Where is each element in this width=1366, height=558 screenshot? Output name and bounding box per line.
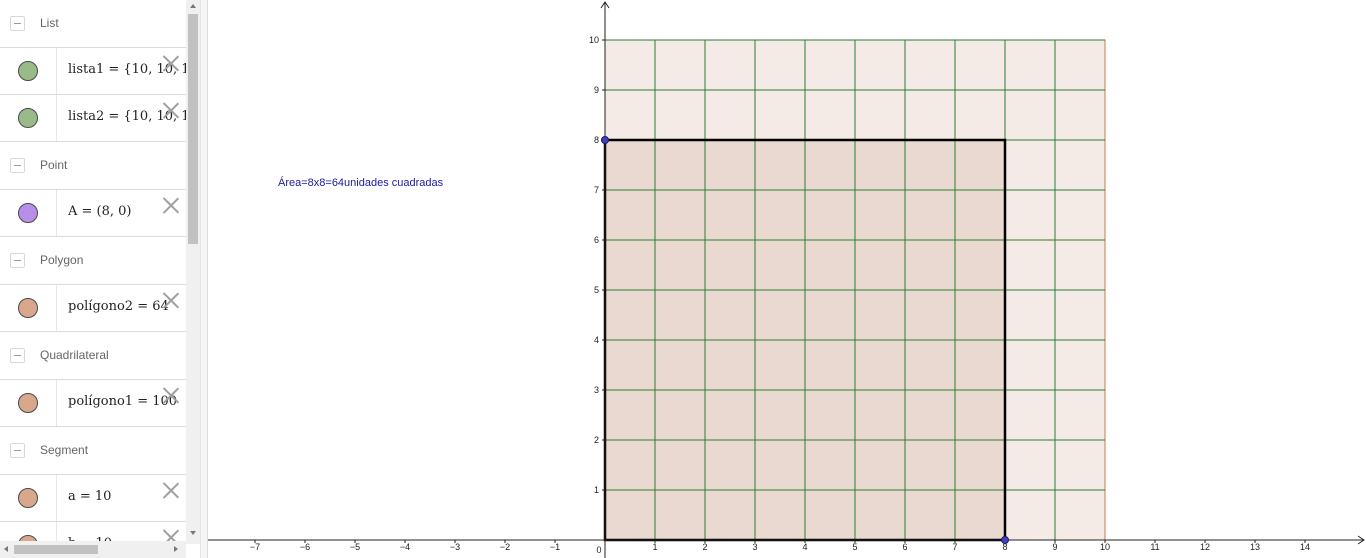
x-tick-label: −4 xyxy=(400,542,410,552)
algebra-vertical-scrollbar[interactable] xyxy=(186,0,200,544)
delete-item-icon[interactable] xyxy=(162,291,180,309)
visibility-toggle-icon[interactable] xyxy=(18,108,38,128)
x-tick-label: −6 xyxy=(300,542,310,552)
y-tick-label: 5 xyxy=(594,285,599,295)
x-tick-label: 3 xyxy=(752,542,757,552)
scroll-up-arrow-icon[interactable] xyxy=(190,4,196,8)
point-a[interactable] xyxy=(1001,536,1009,544)
y-tick-label: 4 xyxy=(594,335,599,345)
collapse-group-icon[interactable] xyxy=(10,16,25,31)
group-label: Polygon xyxy=(40,253,84,267)
algebra-horizontal-scrollbar[interactable] xyxy=(0,541,186,558)
scroll-right-arrow-icon[interactable] xyxy=(174,546,178,552)
group-header-quadrilateral: Quadrilateral xyxy=(0,332,186,380)
horizontal-scroll-thumb[interactable] xyxy=(14,545,98,554)
x-tick-label: 5 xyxy=(852,542,857,552)
delete-item-icon[interactable] xyxy=(162,196,180,214)
visibility-cell xyxy=(0,285,57,331)
x-tick-label: 14 xyxy=(1300,542,1310,552)
y-tick-label: 9 xyxy=(594,85,599,95)
algebra-item-poligono2[interactable]: polígono2 = 64 xyxy=(0,285,186,332)
x-tick-label: 11 xyxy=(1150,542,1159,552)
x-tick-label: 1 xyxy=(652,542,657,552)
group-label: Segment xyxy=(40,443,89,457)
visibility-cell xyxy=(0,475,57,521)
group-header-segment: Segment xyxy=(0,427,186,475)
x-tick-label: −3 xyxy=(450,542,460,552)
y-tick-label: 6 xyxy=(594,235,599,245)
group-header-list: List xyxy=(0,0,186,48)
delete-item-icon[interactable] xyxy=(162,54,180,72)
algebra-item-lista1[interactable]: lista1 = {10, 10, 10, xyxy=(0,48,186,95)
x-tick-label: 6 xyxy=(902,542,907,552)
visibility-toggle-icon[interactable] xyxy=(18,488,38,508)
visibility-cell xyxy=(0,190,57,236)
group-label: Point xyxy=(40,158,68,172)
y-tick-label: 7 xyxy=(594,185,599,195)
visibility-toggle-icon[interactable] xyxy=(18,393,38,413)
group-label: Quadrilateral xyxy=(40,348,109,362)
algebra-item-lista2[interactable]: lista2 = {10, 10, 10, xyxy=(0,95,186,142)
view-divider[interactable] xyxy=(200,0,208,558)
x-tick-label: 10 xyxy=(1100,542,1110,552)
algebra-view[interactable]: List lista1 = {10, 10, 10,lista2 = {10, 1… xyxy=(0,0,186,558)
x-tick-label: 7 xyxy=(952,542,957,552)
collapse-group-icon[interactable] xyxy=(10,443,25,458)
x-tick-label: 2 xyxy=(702,542,707,552)
y-tick-label: 2 xyxy=(594,435,599,445)
x-tick-label: −1 xyxy=(550,542,560,552)
group-label: List xyxy=(40,16,59,30)
scroll-left-arrow-icon[interactable] xyxy=(4,546,8,552)
visibility-cell xyxy=(0,95,57,141)
visibility-toggle-icon[interactable] xyxy=(18,298,38,318)
coordinate-plane[interactable]: −7 −6 −5 −4 −3 −2 −1 0 1 2 3 4 5 6 7 8 9 10 11 12 13 14123456… xyxy=(208,0,1366,558)
visibility-cell xyxy=(0,48,57,94)
group-header-point: Point xyxy=(0,142,186,190)
x-tick-label: −2 xyxy=(500,542,510,552)
x-tick-label: 13 xyxy=(1250,542,1260,552)
x-tick-label: −7 xyxy=(250,542,260,552)
visibility-toggle-icon[interactable] xyxy=(18,203,38,223)
y-tick-label: 10 xyxy=(589,35,599,45)
x-tick-label: 12 xyxy=(1200,542,1210,552)
delete-item-icon[interactable] xyxy=(162,101,180,119)
delete-item-icon[interactable] xyxy=(162,481,180,499)
y-tick-label: 1 xyxy=(594,485,599,495)
x-tick-label: −5 xyxy=(350,542,360,552)
vertical-scroll-thumb[interactable] xyxy=(188,14,198,244)
visibility-toggle-icon[interactable] xyxy=(18,61,38,81)
delete-item-icon[interactable] xyxy=(162,386,180,404)
algebra-item-a[interactable]: A = (8, 0) xyxy=(0,190,186,237)
x-tick-label: 4 xyxy=(802,542,807,552)
y-tick-label: 8 xyxy=(594,135,599,145)
group-header-polygon: Polygon xyxy=(0,237,186,285)
y-tick-label: 3 xyxy=(594,385,599,395)
point-b[interactable] xyxy=(601,136,609,144)
area-annotation-text[interactable]: Área=8x8=64unidades cuadradas xyxy=(278,177,443,189)
collapse-group-icon[interactable] xyxy=(10,253,25,268)
collapse-group-icon[interactable] xyxy=(10,348,25,363)
collapse-group-icon[interactable] xyxy=(10,158,25,173)
algebra-item-a[interactable]: a = 10 xyxy=(0,475,186,522)
x-tick-label: 9 xyxy=(1052,542,1057,552)
visibility-cell xyxy=(0,380,57,426)
scroll-down-arrow-icon[interactable] xyxy=(190,531,196,535)
algebra-item-poligono1[interactable]: polígono1 = 100 xyxy=(0,380,186,427)
x-tick-label: 0 xyxy=(596,545,601,555)
graphics-view[interactable]: −7 −6 −5 −4 −3 −2 −1 0 1 2 3 4 5 6 7 8 9 10 11 12 13 14 1 2 3 4 5 6… xyxy=(208,0,1366,558)
